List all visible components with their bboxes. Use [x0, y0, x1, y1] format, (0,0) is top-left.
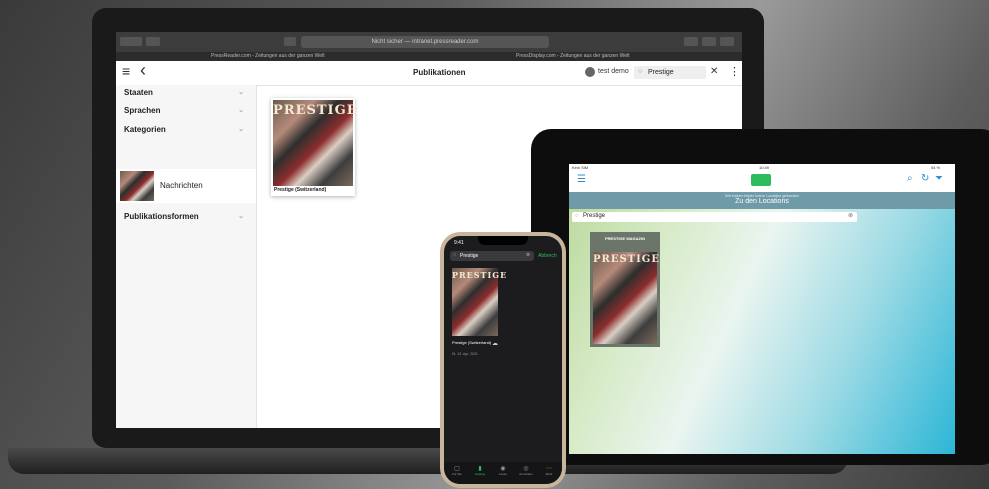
- tab-fuer-sie[interactable]: ▢ Für Sie: [450, 465, 464, 476]
- filter-sidebar: Staaten ⌄ Sprachen ⌄ Kategorien ⌄ Nachricht…: [116, 85, 257, 428]
- tab-lesen[interactable]: ◉ Lesen: [496, 465, 510, 476]
- list-icon[interactable]: ☰: [577, 174, 586, 185]
- chevron-down-icon: ⌄: [238, 213, 244, 220]
- tabs-button[interactable]: [720, 37, 734, 46]
- publication-card[interactable]: PRESTIGE Prestige (Switzerland): [271, 98, 358, 196]
- sidebar-item-sprachen[interactable]: Sprachen ⌄: [124, 106, 248, 115]
- page-title: Publikationen: [413, 68, 466, 77]
- sidebar-toggle-button[interactable]: [146, 37, 160, 46]
- tab-label: Anmelden: [519, 472, 533, 476]
- clear-icon[interactable]: ⊗: [848, 212, 853, 219]
- tab-label: Für Sie: [452, 472, 462, 476]
- tab-icon: ◎: [523, 466, 529, 472]
- status-time: 9:41: [454, 240, 464, 246]
- search-input[interactable]: ○ Prestige ⊗: [572, 212, 857, 222]
- address-bar[interactable]: Nicht sicher — intranet.pressreader.com: [301, 36, 549, 48]
- publication-cover: PRESTIGE: [273, 100, 358, 186]
- tab-mehr[interactable]: ⋯ Mehr: [542, 465, 556, 476]
- sidebar-item-label: Sprachen: [124, 106, 161, 115]
- menu-icon[interactable]: ≡: [122, 63, 130, 79]
- sidebar-item-staaten[interactable]: Staaten ⌄: [124, 88, 248, 97]
- close-icon[interactable]: ✕: [710, 66, 718, 77]
- tablet-screen: Kein SIM 10:49 54 % ☰ ⌕ ↻ ⏷ Wir haben le…: [569, 164, 955, 454]
- browser-toolbar: Nicht sicher — intranet.pressreader.com: [116, 32, 742, 52]
- tab-icon: ▢: [454, 466, 460, 472]
- back-forward-buttons[interactable]: [120, 37, 142, 46]
- chevron-down-icon: ⌄: [238, 107, 244, 114]
- category-thumbnail: [120, 171, 154, 201]
- avatar[interactable]: [585, 67, 595, 77]
- chevron-down-icon: ⌄: [238, 126, 244, 133]
- tab-anmelden[interactable]: ◎ Anmelden: [519, 465, 533, 476]
- sidebar-item-publikationsformen[interactable]: Publikationsformen ⌄: [124, 212, 248, 221]
- search-value: Prestige: [460, 253, 479, 259]
- sidebar-item-kategorien[interactable]: Kategorien ⌄: [124, 125, 248, 134]
- filter-icon[interactable]: ⏷: [935, 173, 943, 184]
- tablet-header: Kein SIM 10:49 54 % ☰ ⌕ ↻ ⏷: [569, 164, 955, 192]
- cover-title: PRESTIGE: [452, 270, 508, 280]
- more-icon[interactable]: ⋮: [729, 65, 740, 78]
- refresh-icon[interactable]: ↻: [921, 173, 929, 184]
- sidebar-item-label: Staaten: [124, 88, 153, 97]
- sidebar-item-label: Kategorien: [124, 125, 166, 134]
- publication-cover[interactable]: PRESTIGE: [452, 268, 508, 336]
- cancel-button[interactable]: Abbrech: [538, 253, 557, 259]
- status-battery: 54 %: [931, 165, 941, 170]
- clear-icon[interactable]: ⊗: [526, 252, 530, 258]
- category-label: Nachrichten: [160, 181, 203, 190]
- publication-name: Prestige (Switzerland): [452, 340, 492, 345]
- status-time: 10:49: [759, 165, 770, 170]
- banner-link[interactable]: Zu den Locations: [569, 198, 955, 205]
- tab-katalog[interactable]: ▮ Katalog: [473, 465, 487, 476]
- tab-icon: ▮: [478, 466, 482, 472]
- search-value: Prestige: [648, 69, 674, 76]
- search-icon[interactable]: ⌕: [907, 173, 913, 184]
- chevron-down-icon: ⌄: [238, 89, 244, 96]
- share-button[interactable]: [684, 37, 698, 46]
- tab-icon: ⋯: [546, 466, 552, 472]
- back-icon[interactable]: ‹: [140, 60, 146, 81]
- sidebar-item-label: Publikationsformen: [124, 212, 199, 221]
- publication-card[interactable]: PRESTIGE MAGAZIN PRESTIGE: [590, 232, 660, 347]
- privacy-icon[interactable]: [284, 37, 296, 46]
- tab-icon: ◉: [500, 466, 506, 472]
- publication-label: Prestige (Switzerland): [274, 187, 327, 193]
- search-icon: ○: [638, 68, 643, 75]
- status-carrier: Kein SIM: [572, 165, 589, 170]
- cover-title: PRESTIGE: [593, 254, 660, 265]
- publication-date: Di. 13. Apr. 2021: [452, 352, 478, 356]
- tab-pressreader[interactable]: PressReader.com - Zeitungen aus der ganz…: [211, 53, 325, 59]
- tab-label: Lesen: [498, 472, 508, 476]
- user-name[interactable]: test demo: [598, 68, 629, 75]
- tab-pressdisplay[interactable]: PressDisplay.com - Zeitungen aus der gan…: [516, 53, 629, 59]
- card-label: PRESTIGE MAGAZIN: [604, 236, 645, 241]
- search-icon: ○: [453, 252, 457, 258]
- phone-screen: 9:41 ○ Prestige ⊗ Abbrech PRESTIGE Prest…: [444, 236, 562, 484]
- download-cloud-icon[interactable]: ☁: [492, 340, 498, 347]
- publication-cover: PRESTIGE: [593, 252, 660, 344]
- tab-label: Katalog: [474, 472, 486, 476]
- location-banner[interactable]: Wir haben leider keine Location gefunden…: [569, 192, 955, 209]
- search-icon: ○: [575, 213, 579, 219]
- tab-bar: ▢ Für Sie ▮ Katalog ◉ Lesen ◎ Anmelden ⋯ Mehr: [444, 462, 562, 484]
- tab-strip: PressReader.com - Zeitungen aus der ganz…: [116, 52, 742, 61]
- download-button[interactable]: [702, 37, 716, 46]
- search-value: Prestige: [583, 213, 606, 219]
- app-logo: [751, 174, 771, 186]
- category-nachrichten[interactable]: Nachrichten: [116, 169, 256, 203]
- cover-title: PRESTIGE: [273, 103, 358, 118]
- phone-notch: [478, 236, 528, 245]
- search-input[interactable]: ○ Prestige ⊗: [450, 251, 534, 261]
- app-header: ≡ ‹ Publikationen test demo ○ Prestige ✕…: [116, 60, 742, 86]
- tab-label: Mehr: [545, 472, 553, 476]
- search-input[interactable]: ○ Prestige: [634, 66, 706, 79]
